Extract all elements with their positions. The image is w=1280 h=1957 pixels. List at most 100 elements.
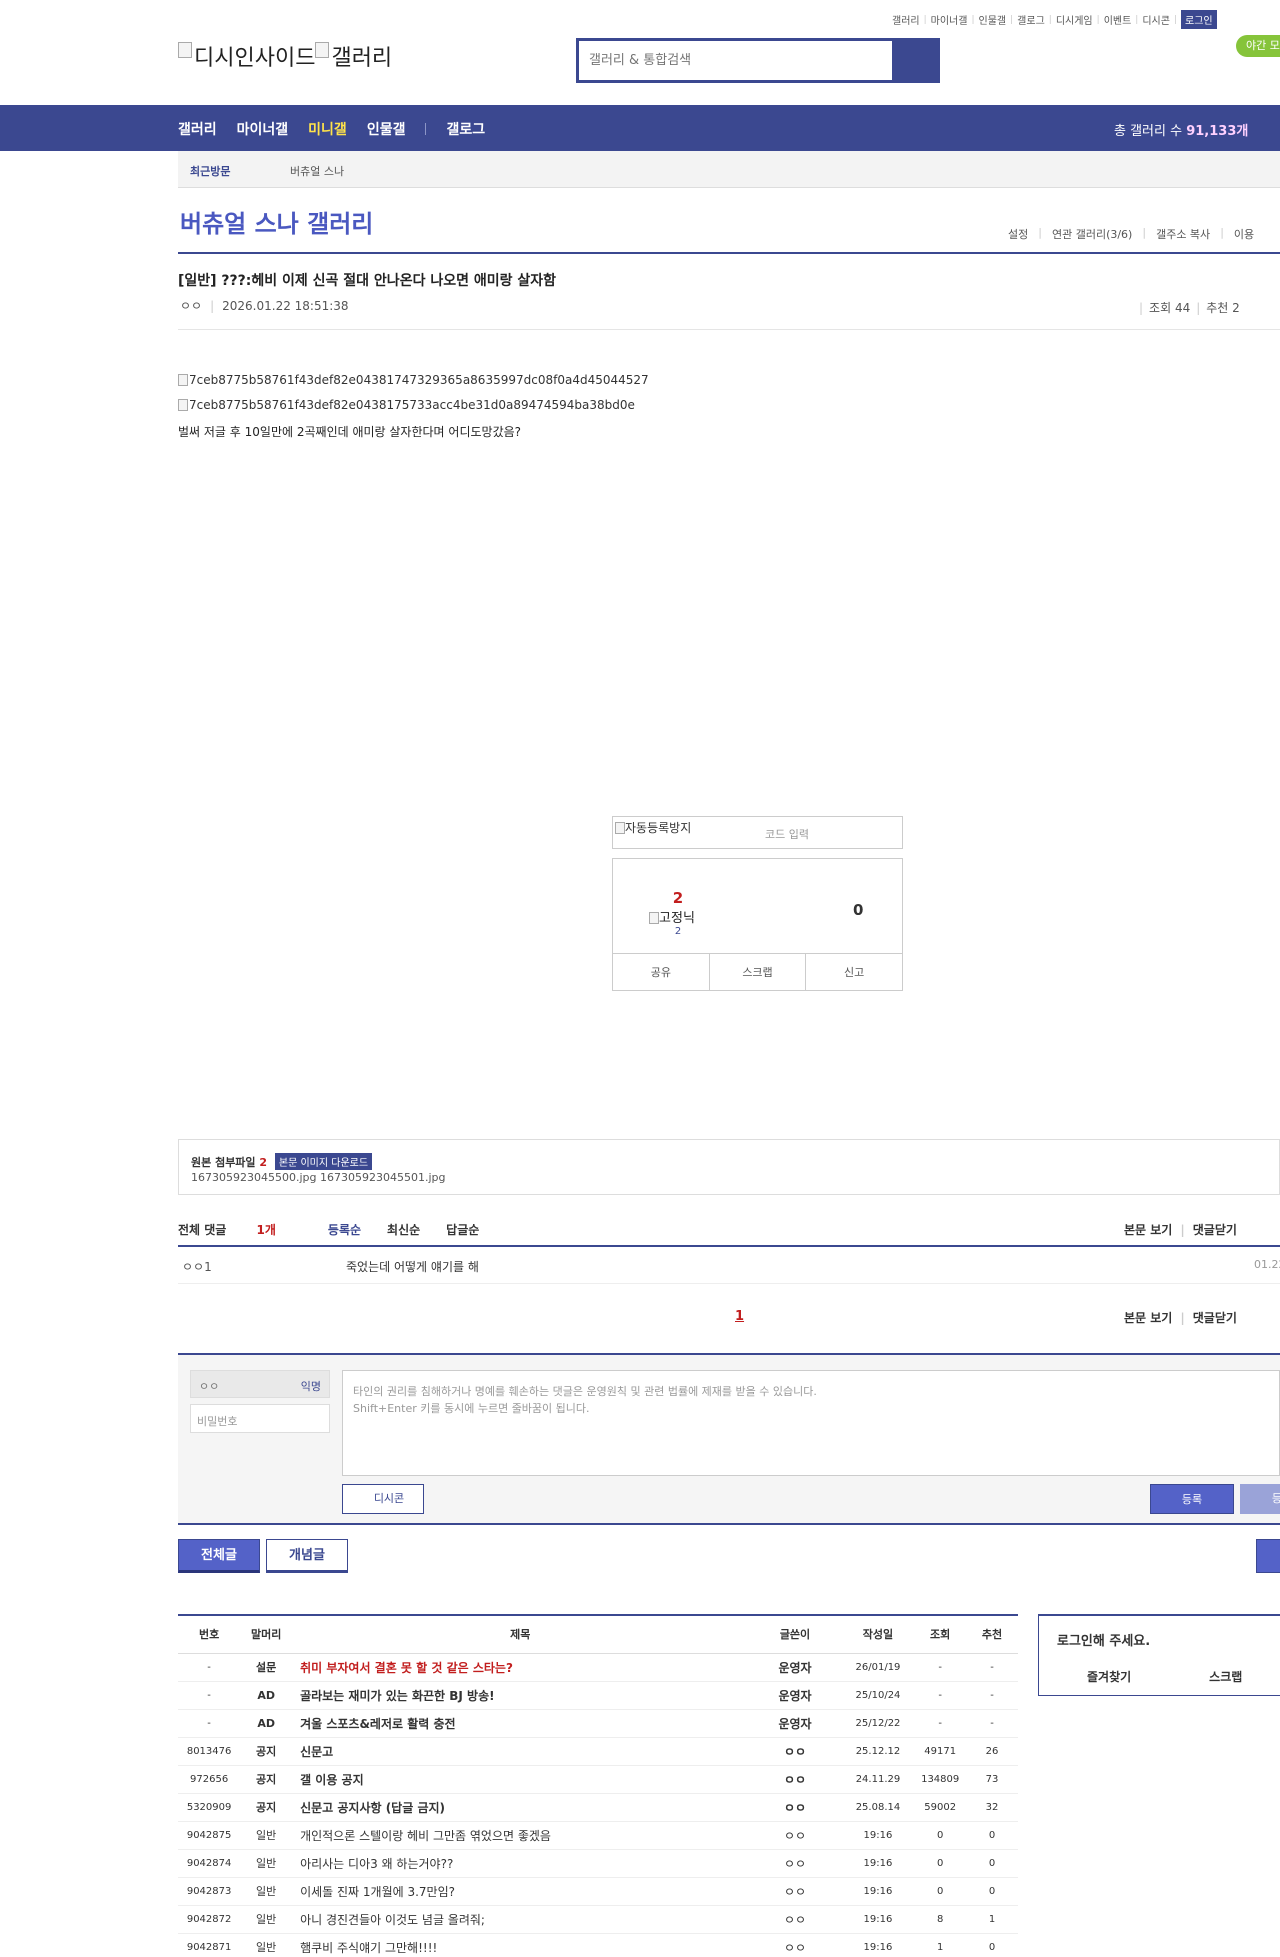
password-field[interactable]: 비밀번호 — [190, 1404, 330, 1433]
tab-concept-posts[interactable]: 개념글 — [266, 1539, 348, 1573]
top-link-event[interactable]: 이벤트 — [1104, 12, 1132, 27]
recent-visit-gallery[interactable]: 버츄얼 스나 — [290, 163, 344, 179]
post-title-link[interactable]: 취미 부자여서 결혼 못 할 것 같은 스타는? — [292, 1653, 749, 1682]
captcha-box: 자동등록방지 코드 입력 — [612, 816, 903, 849]
view-post-link[interactable]: 본문 보기 — [1124, 1223, 1172, 1237]
scrap-link[interactable]: 스크랩 — [1161, 1668, 1272, 1685]
dccon-button[interactable]: 디시콘 — [342, 1484, 424, 1514]
post-writer[interactable]: ㅇㅇ — [748, 1905, 842, 1934]
divider: | — [1180, 1223, 1185, 1237]
table-row[interactable]: 9042874 일반 아리사는 디아3 왜 하는거야?? ㅇㅇ 19:16 0 0 — [178, 1849, 1018, 1878]
scrap-button[interactable]: 스크랩 — [710, 954, 807, 990]
attachment-files[interactable]: 167305923045500.jpg 167305923045501.jpg — [191, 1171, 446, 1184]
post-writer[interactable]: ㅇㅇ — [180, 299, 202, 313]
site-logo[interactable]: 디시인사이드 갤러리 — [178, 40, 392, 72]
nav-minor-gallery[interactable]: 마이너갤 — [237, 119, 289, 139]
table-row[interactable]: - AD 겨울 스포츠&레저로 활력 충전 운영자 25/12/22- - — [178, 1709, 1018, 1738]
post-writer[interactable]: ㅇㅇ — [748, 1793, 842, 1822]
search-input[interactable] — [579, 41, 895, 80]
login-prompt[interactable]: 로그인해 주세요. — [1057, 1630, 1150, 1649]
sort-registered[interactable]: 등록순 — [328, 1221, 361, 1238]
post-writer[interactable]: 운영자 — [748, 1709, 842, 1738]
post-writer[interactable]: ㅇㅇ — [748, 1821, 842, 1850]
write-post-button[interactable] — [1256, 1539, 1280, 1573]
view-post-link[interactable]: 본문 보기 — [1124, 1311, 1172, 1325]
share-button[interactable]: 공유 — [613, 954, 710, 990]
top-link-minor[interactable]: 마이너갤 — [931, 12, 968, 27]
comment-textarea[interactable]: 타인의 권리를 침해하거나 명예를 훼손하는 댓글은 운영원칙 및 관련 법률에… — [342, 1370, 1280, 1476]
download-images-button[interactable]: 본문 이미지 다운로드 — [274, 1153, 373, 1170]
nickname-field[interactable]: ㅇㅇ 익명 — [190, 1370, 330, 1398]
post-recommend: 73 — [966, 1765, 1018, 1794]
gallery-usage-link[interactable]: 이용 — [1234, 226, 1254, 242]
sort-latest[interactable]: 최신순 — [387, 1221, 420, 1238]
post-image-2[interactable]: 7ceb8775b58761f43def82e0438175733acc4be3… — [178, 398, 635, 412]
nav-gallog[interactable]: 갤로그 — [446, 119, 485, 139]
post-views: 0 — [914, 1849, 967, 1878]
night-mode-button[interactable]: 야간 모 — [1236, 35, 1280, 57]
sort-replies[interactable]: 답글순 — [446, 1221, 479, 1238]
post-title-link[interactable]: 햄쿠비 주식얘기 그만해!!!! — [292, 1933, 749, 1957]
close-comments-link[interactable]: 댓글닫기 — [1193, 1311, 1237, 1325]
post-writer[interactable]: ㅇㅇ — [748, 1849, 842, 1878]
top-link-game[interactable]: 디시게임 — [1056, 12, 1093, 27]
top-link-gallog[interactable]: 갤로그 — [1017, 12, 1045, 27]
tab-all-posts[interactable]: 전체글 — [178, 1539, 260, 1573]
post-title-link[interactable]: 개인적으론 스텔이랑 헤비 그만좀 엮었으면 좋겠음 — [292, 1821, 749, 1850]
post-writer[interactable]: 운영자 — [748, 1681, 842, 1710]
post-title-link[interactable]: 골라보는 재미가 있는 화끈한 BJ 방송! — [292, 1681, 749, 1710]
post-title-link[interactable]: 신문고 — [292, 1737, 749, 1766]
table-row[interactable]: 972656 공지 갤 이용 공지 ㅇㅇ 24.11.29 134809 73 — [178, 1765, 1018, 1794]
table-row[interactable]: 9042875 일반 개인적으론 스텔이랑 헤비 그만좀 엮었으면 좋겠음 ㅇㅇ 19:… — [178, 1821, 1018, 1850]
post-head: 공지 — [240, 1793, 293, 1822]
favorites-link[interactable]: 즐겨찾기 — [1039, 1668, 1161, 1685]
recent-visit-label[interactable]: 최근방문 — [190, 163, 230, 179]
recommend-button[interactable]: 2 고정닉 2 — [649, 889, 703, 937]
login-button[interactable]: 로그인 — [1181, 10, 1217, 29]
comment-submit-button[interactable]: 등록 — [1150, 1484, 1234, 1514]
comment-writer[interactable]: ㅇㅇ1 — [182, 1258, 212, 1275]
top-link-person[interactable]: 인물갤 — [979, 12, 1007, 27]
nav-gallery[interactable]: 갤러리 — [178, 119, 217, 139]
post-recommend: 26 — [966, 1737, 1018, 1766]
copy-gallery-url-link[interactable]: 갤주소 복사 — [1156, 226, 1210, 242]
related-gallery-link[interactable]: 연관 갤러리(3/6) — [1052, 226, 1132, 242]
post-writer[interactable]: ㅇㅇ — [748, 1737, 842, 1766]
comment-write-box: ㅇㅇ 익명 비밀번호 타인의 권리를 침해하거나 명예를 훼손하는 댓글은 운영… — [178, 1353, 1280, 1525]
table-row[interactable]: 9042871 일반 햄쿠비 주식얘기 그만해!!!! ㅇㅇ 19:16 1 0 — [178, 1933, 1018, 1957]
top-link-dccon[interactable]: 디시콘 — [1142, 12, 1170, 27]
post-title-link[interactable]: 갤 이용 공지 — [292, 1765, 749, 1794]
downvote-count[interactable]: 0 — [853, 901, 863, 919]
post-writer[interactable]: ㅇㅇ — [748, 1765, 842, 1794]
table-row[interactable]: - 설문 취미 부자여서 결혼 못 할 것 같은 스타는? 운영자 26/01/19- - — [178, 1653, 1018, 1682]
table-row[interactable]: 9042872 일반 아니 경진견들아 이것도 념글 올려줘; ㅇㅇ 19:16 8 1 — [178, 1905, 1018, 1934]
post-title-link[interactable]: 이세돌 진짜 1개월에 3.7만임? — [292, 1877, 749, 1906]
gallery-title[interactable]: 버츄얼 스나 갤러리 — [180, 204, 373, 239]
post-image-1[interactable]: 7ceb8775b58761f43def82e04381747329365a86… — [178, 373, 649, 387]
post-writer[interactable]: 운영자 — [748, 1653, 842, 1682]
report-button[interactable]: 신고 — [806, 954, 902, 990]
post-title-link[interactable]: 아리사는 디아3 왜 하는거야?? — [292, 1849, 749, 1878]
notification-link[interactable]: 알림 — [1272, 1668, 1280, 1685]
post-title-link[interactable]: 겨울 스포츠&레저로 활력 충전 — [292, 1709, 749, 1738]
gallery-settings-link[interactable]: 설정 — [1008, 226, 1028, 242]
captcha-code-input[interactable]: 코드 입력 — [765, 826, 809, 842]
nav-mini-gallery[interactable]: 미니갤 — [308, 119, 347, 139]
table-row[interactable]: 5320909 공지 신문고 공지사항 (답글 금지) ㅇㅇ 25.08.14 59002… — [178, 1793, 1018, 1822]
nav-person-gallery[interactable]: 인물갤 — [367, 119, 406, 139]
search-button[interactable] — [895, 41, 937, 80]
divider: | — [1173, 14, 1177, 25]
table-row[interactable]: 8013476 공지 신문고 ㅇㅇ 25.12.12 49171 26 — [178, 1737, 1018, 1766]
comment-page-1[interactable]: 1 — [735, 1309, 744, 1324]
post-title-link[interactable]: 신문고 공지사항 (답글 금지) — [292, 1793, 749, 1822]
post-title-link[interactable]: 아니 경진견들아 이것도 념글 올려줘; — [292, 1905, 749, 1934]
close-comments-link[interactable]: 댓글닫기 — [1193, 1223, 1237, 1237]
post-writer[interactable]: ㅇㅇ — [748, 1877, 842, 1906]
table-row[interactable]: 9042873 일반 이세돌 진짜 1개월에 3.7만임? ㅇㅇ 19:16 0 0 — [178, 1877, 1018, 1906]
post-writer[interactable]: ㅇㅇ — [748, 1933, 842, 1957]
comment-total-label: 전체 댓글 — [178, 1223, 227, 1237]
gallery-menu: 설정 | 연관 갤러리(3/6) | 갤주소 복사 | 이용 — [1008, 226, 1264, 242]
table-row[interactable]: - AD 골라보는 재미가 있는 화끈한 BJ 방송! 운영자 25/10/24- - — [178, 1681, 1018, 1710]
top-link-gallery[interactable]: 갤러리 — [892, 12, 920, 27]
comment-submit-secondary-button[interactable]: 등록 — [1240, 1484, 1280, 1514]
